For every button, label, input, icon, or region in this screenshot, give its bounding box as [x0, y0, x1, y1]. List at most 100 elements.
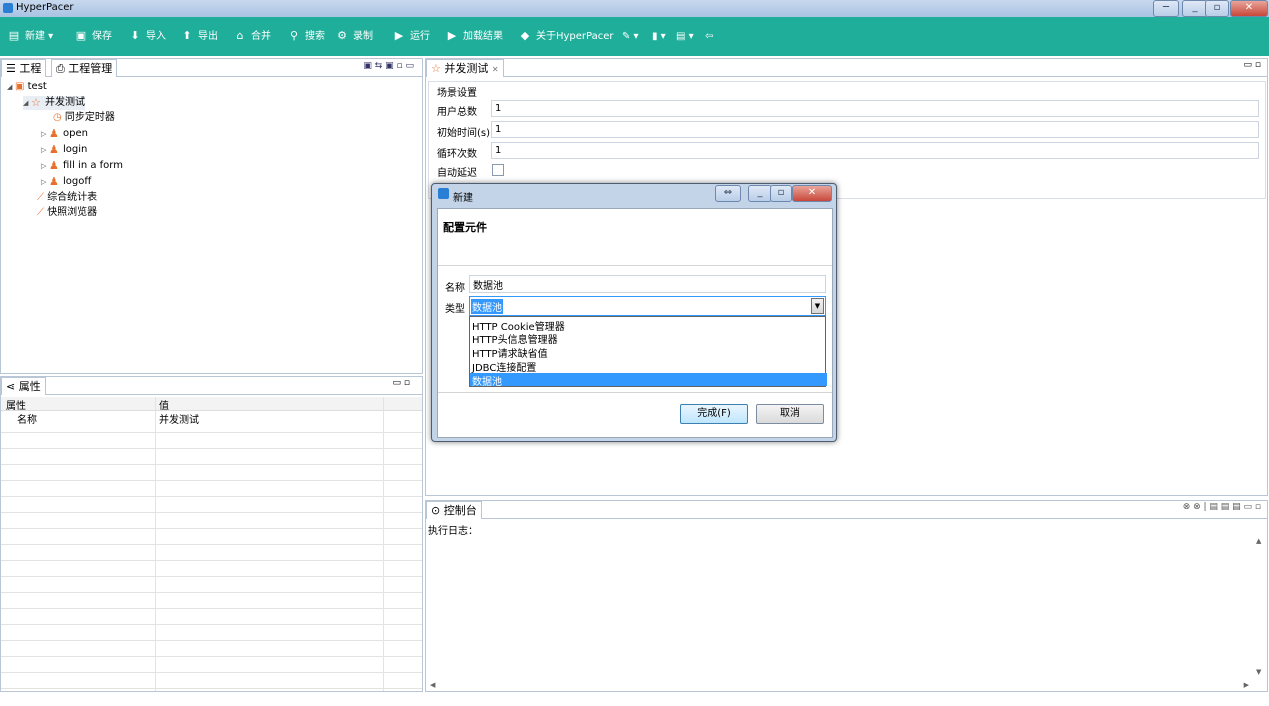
main-toolbar: ▤ 新建 ▾ ▣ 保存 ⬇ 导入 ⬆ 导出 ⌂ 合并 ⚲ 搜索 ⚙ 录制 ▶ 运行 ▶ 加载结果 …: [0, 17, 1269, 56]
import-button[interactable]: ⬇ 导入: [128, 29, 166, 45]
template-icon[interactable]: ▮ ▾: [652, 29, 666, 45]
dialog-divider: [438, 392, 832, 393]
project-tabbar: ☰ 工程 ⎙ 工程管理 ▣ ⇆ ▣ ▫ ▭: [1, 59, 422, 77]
field-label: 用户总数: [437, 107, 477, 118]
view-controls-icon[interactable]: ▭ ▫: [393, 378, 410, 388]
step-icon: ♟: [49, 126, 59, 140]
tree-item-scenario[interactable]: ◢ ☆ 并发测试: [23, 96, 85, 110]
type-label: 类型: [445, 304, 465, 315]
new-button[interactable]: ▤ 新建 ▾: [7, 29, 53, 45]
dialog-close-button[interactable]: ✕: [792, 185, 832, 202]
merge-icon: ⌂: [236, 29, 244, 42]
total-users-input[interactable]: [491, 100, 1259, 117]
type-select[interactable]: 数据池 ▼: [469, 296, 826, 316]
minimize-icon[interactable]: ─: [1153, 0, 1179, 17]
back-arrow-icon[interactable]: ⇦: [705, 29, 713, 45]
save-icon: ▣: [75, 29, 87, 42]
about-icon: ◆: [520, 29, 530, 42]
export-button[interactable]: ⬆ 导出: [180, 29, 218, 45]
tool-icon[interactable]: ▤ ▾: [676, 29, 694, 45]
name-label: 名称: [445, 283, 465, 294]
field-label: 循环次数: [437, 149, 477, 160]
type-select-value: 数据池: [471, 299, 503, 314]
tab-project[interactable]: ☰ 工程: [1, 59, 47, 77]
console-scrollbar[interactable]: ▲ ▼: [1253, 535, 1266, 690]
finish-button[interactable]: 完成(F): [680, 404, 748, 424]
initial-time-input[interactable]: [491, 121, 1259, 138]
column-header-property[interactable]: 属性: [6, 397, 26, 412]
brush-icon[interactable]: ✎ ▾: [622, 29, 639, 45]
scenario-settings-group: 场景设置 用户总数 初始时间(s) 循环次数 自动延迟: [428, 81, 1266, 199]
tree-item-login[interactable]: ▷ ♟ login: [41, 143, 87, 157]
option-jdbc-config[interactable]: JDBC连接配置: [470, 359, 827, 374]
console-tabbar: ⊙ 控制台 ⊗ ⊗ | ▤ ▤ ▤ ▭ ▫: [426, 501, 1267, 519]
table-row[interactable]: 名称 并发测试: [1, 411, 422, 426]
console-panel: ⊙ 控制台 ⊗ ⊗ | ▤ ▤ ▤ ▭ ▫ 执行日志： ▲ ▼ ◀ ▶: [425, 500, 1268, 692]
load-results-button[interactable]: ▶ 加载结果: [445, 29, 503, 45]
search-button[interactable]: ⚲ 搜索: [287, 29, 325, 45]
cancel-button[interactable]: 取消: [756, 404, 824, 424]
record-button[interactable]: ⚙ 录制: [335, 29, 373, 45]
loop-count-input[interactable]: [491, 142, 1259, 159]
new-element-dialog: 新建 ⇔ _ ▫ ✕ 配置元件 名称 类型 数据池 ▼ HTTP Cookie管…: [431, 183, 837, 442]
tab-properties[interactable]: ⋖ 属性: [1, 377, 46, 395]
tree-item-fill-form[interactable]: ▷ ♟ fill in a form: [41, 159, 123, 173]
tree-item-timer[interactable]: ◷ 同步定时器: [53, 111, 115, 125]
properties-tabbar: ⋖ 属性 ▭ ▫: [1, 377, 422, 395]
tree-item-logoff[interactable]: ▷ ♟ logoff: [41, 175, 91, 189]
name-input[interactable]: [469, 275, 826, 293]
checkbox-label: 自动延迟: [437, 168, 477, 179]
option-data-pool-selected[interactable]: 数据池: [470, 373, 827, 388]
type-options-list: HTTP Cookie管理器 HTTP头信息管理器 HTTP请求缺省值 JDBC…: [469, 316, 827, 388]
tree-item-test[interactable]: ◢ ▣ test: [7, 80, 47, 94]
scroll-right-icon[interactable]: ▶: [1244, 681, 1249, 689]
run-icon: ▶: [394, 29, 404, 42]
dialog-header-area: 配置元件: [438, 209, 832, 266]
window-title: HyperPacer: [16, 2, 74, 13]
load-results-icon: ▶: [447, 29, 457, 42]
step-icon: ♟: [49, 142, 59, 156]
tab-project-management[interactable]: ⎙ 工程管理: [51, 59, 118, 77]
editor-view-controls-icon[interactable]: ▭ ▫: [1244, 60, 1261, 70]
option-http-header-manager[interactable]: HTTP头信息管理器: [470, 331, 827, 346]
property-value: 并发测试: [159, 415, 199, 426]
new-file-icon: ▤: [8, 29, 20, 42]
step-icon: ♟: [49, 158, 59, 172]
dialog-maximize-button[interactable]: ▫: [770, 185, 792, 202]
scroll-up-icon[interactable]: ▲: [1256, 537, 1261, 545]
dialog-restore-button[interactable]: ⇔: [715, 185, 741, 202]
dialog-body: 配置元件 名称 类型 数据池 ▼ HTTP Cookie管理器 HTTP头信息管…: [437, 208, 833, 438]
window-titlebar: HyperPacer ─ _ ▫ ✕: [0, 0, 1269, 17]
merge-button[interactable]: ⌂ 合并: [233, 29, 272, 45]
tree-item-open[interactable]: ▷ ♟ open: [41, 127, 88, 141]
view-toolbar-icons[interactable]: ▣ ⇆ ▣ ▫ ▭: [363, 61, 414, 71]
close-window-button[interactable]: ✕: [1230, 0, 1268, 17]
option-http-request-defaults[interactable]: HTTP请求缺省值: [470, 345, 827, 360]
export-icon: ⬆: [182, 29, 192, 42]
dialog-minimize-button[interactable]: _: [748, 185, 772, 202]
maximize-window-button[interactable]: ▫: [1205, 0, 1229, 17]
editor-tabbar: ☆ 并发测试 ✕ ▭ ▫: [426, 59, 1267, 77]
record-icon: ⚙: [337, 29, 347, 42]
scroll-left-icon[interactable]: ◀: [430, 681, 435, 689]
tree-item-summary-report[interactable]: ⟋ 综合统计表: [37, 191, 97, 205]
search-icon: ⚲: [289, 29, 299, 42]
run-button[interactable]: ▶ 运行: [392, 29, 430, 45]
step-icon: ♟: [49, 174, 59, 188]
import-icon: ⬇: [130, 29, 140, 42]
column-header-value[interactable]: 值: [159, 397, 169, 412]
close-tab-icon[interactable]: ✕: [492, 65, 499, 74]
tab-scenario-editor[interactable]: ☆ 并发测试 ✕: [426, 59, 504, 77]
dialog-app-icon: [438, 188, 449, 199]
properties-panel: ⋖ 属性 ▭ ▫ 属性 值 名称 并发测试: [0, 376, 423, 692]
tab-console[interactable]: ⊙ 控制台: [426, 501, 482, 519]
about-button[interactable]: ◆ 关于HyperPacer: [518, 29, 614, 45]
save-button[interactable]: ▣ 保存: [74, 29, 112, 45]
chevron-down-icon[interactable]: ▼: [811, 298, 824, 314]
console-toolbar-icons[interactable]: ⊗ ⊗ | ▤ ▤ ▤ ▭ ▫: [1183, 502, 1261, 512]
option-http-cookie-manager[interactable]: HTTP Cookie管理器: [470, 318, 827, 333]
tree-item-snapshot-browser[interactable]: ⟋ 快照浏览器: [37, 206, 97, 220]
scroll-down-icon[interactable]: ▼: [1256, 668, 1261, 676]
scenario-icon: ☆: [31, 95, 41, 109]
auto-delay-checkbox[interactable]: [492, 164, 504, 176]
